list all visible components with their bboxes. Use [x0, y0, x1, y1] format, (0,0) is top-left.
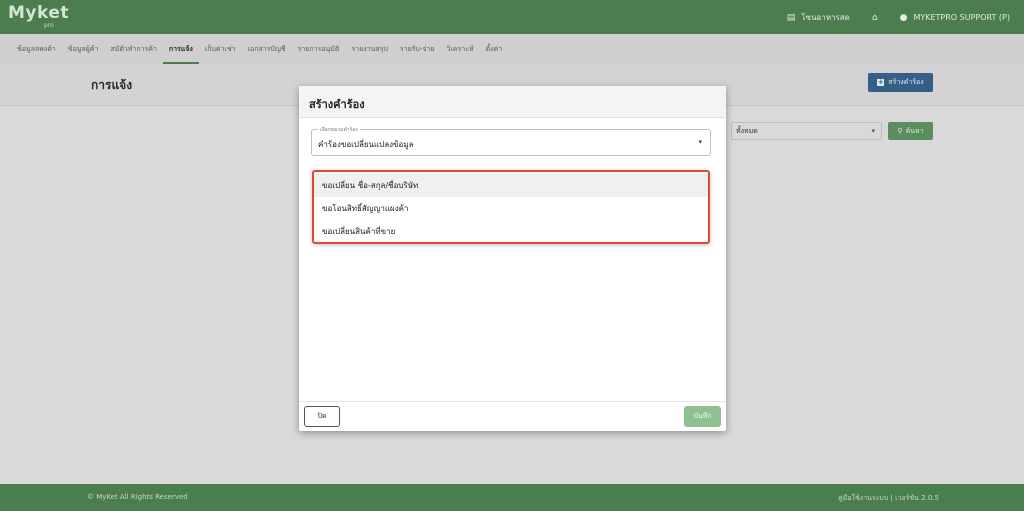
store-icon[interactable]: ▤: [787, 13, 796, 23]
plus-icon: +: [877, 78, 885, 86]
search-icon: ⚲: [897, 127, 903, 135]
shop-zone-label[interactable]: โซนอาหารสด: [801, 11, 850, 24]
nav-item-5[interactable]: เอกสารบัญชี: [242, 34, 292, 64]
status-filter-value: ทั้งหมด: [736, 127, 758, 135]
save-button[interactable]: บันทึก: [684, 406, 721, 427]
chevron-down-icon: ▾: [871, 127, 875, 135]
dropdown-option-change-products[interactable]: ขอเปลี่ยนสินค้าที่ขาย: [314, 220, 708, 243]
footer-copyright: © MyKet All Rights Reserved: [87, 493, 188, 501]
nav-item-10[interactable]: ตั้งค่า: [480, 34, 509, 64]
dropdown-option-transfer-rights[interactable]: ขอโอนสิทธิ์สัญญาแผงค้า: [314, 197, 708, 220]
nav-item-2[interactable]: สมัตัวทำการค้า: [104, 34, 162, 64]
request-category-select[interactable]: เลือกหมวดคำร้อง คำร้องขอเปลี่ยนแปลงข้อมู…: [311, 126, 711, 156]
nav-item-1[interactable]: ข้อมูลผู้ค้า: [62, 34, 105, 64]
create-request-button[interactable]: + สร้างคำร้อง: [868, 73, 933, 92]
user-icon[interactable]: ●: [900, 13, 908, 23]
nav-item-8[interactable]: รายรับ-จ่าย: [394, 34, 441, 64]
dropdown-option-change-name[interactable]: ขอเปลี่ยน ชื่อ-สกุล/ชื่อบริษัท: [314, 174, 708, 197]
main-nav: ข้อมูลลพงค้า ข้อมูลผู้ค้า สมัตัวทำการค้า กา…: [0, 34, 1024, 64]
page-title: การแจ้ง: [91, 78, 133, 92]
nav-item-9[interactable]: วิเคราะห์: [441, 34, 480, 64]
search-button-label: ค้นหา: [905, 126, 924, 135]
app-logo[interactable]: Myket: [8, 3, 69, 23]
modal-footer: ปิด บันทึก: [299, 401, 726, 431]
nav-item-0[interactable]: ข้อมูลลพงค้า: [11, 34, 62, 64]
modal-header: สร้างคำร้อง: [299, 86, 726, 118]
top-right-menu: ▤ โซนอาหารสด ⌂ ● MYKETPRO SUPPORT (P): [787, 11, 1010, 24]
request-category-value: คำร้องขอเปลี่ยนแปลงข้อมูล: [318, 140, 414, 149]
nav-item-4[interactable]: เก็บค่าเช่า: [199, 34, 242, 64]
create-request-label: สร้างคำร้อง: [888, 78, 924, 86]
create-request-modal: สร้างคำร้อง เลือกหมวดคำร้อง คำร้องขอเปลี…: [299, 86, 726, 431]
footer: © MyKet All Rights Reserved คู่มือใช้งาน…: [0, 484, 1024, 511]
modal-title: สร้างคำร้อง: [309, 98, 365, 111]
home-icon[interactable]: ⌂: [872, 13, 878, 23]
app-logo-sub: pro: [44, 22, 54, 29]
nav-list: ข้อมูลลพงค้า ข้อมูลผู้ค้า สมัตัวทำการค้า กา…: [11, 34, 508, 64]
close-button[interactable]: ปิด: [304, 406, 340, 427]
user-name-label[interactable]: MYKETPRO SUPPORT (P): [913, 13, 1010, 22]
nav-item-7[interactable]: รายงานสรุป: [345, 34, 393, 64]
nav-item-3[interactable]: การแจ้ง: [162, 34, 199, 64]
chevron-down-icon: ▾: [698, 138, 702, 146]
status-filter-select[interactable]: ทั้งหมด ▾: [731, 122, 882, 140]
nav-item-6[interactable]: รายการอนุมัติ: [292, 34, 346, 64]
footer-version[interactable]: คู่มือใช้งานระบบ | เวอร์ชัน 2.0.5: [838, 493, 939, 504]
top-bar: Myket pro ▤ โซนอาหารสด ⌂ ● MYKETPRO SUPP…: [0, 0, 1024, 34]
search-button[interactable]: ⚲ ค้นหา: [888, 122, 933, 140]
request-type-dropdown: ขอเปลี่ยน ชื่อ-สกุล/ชื่อบริษัท ขอโอนสิทธ…: [312, 170, 710, 244]
request-category-label: เลือกหมวดคำร้อง: [318, 126, 360, 134]
